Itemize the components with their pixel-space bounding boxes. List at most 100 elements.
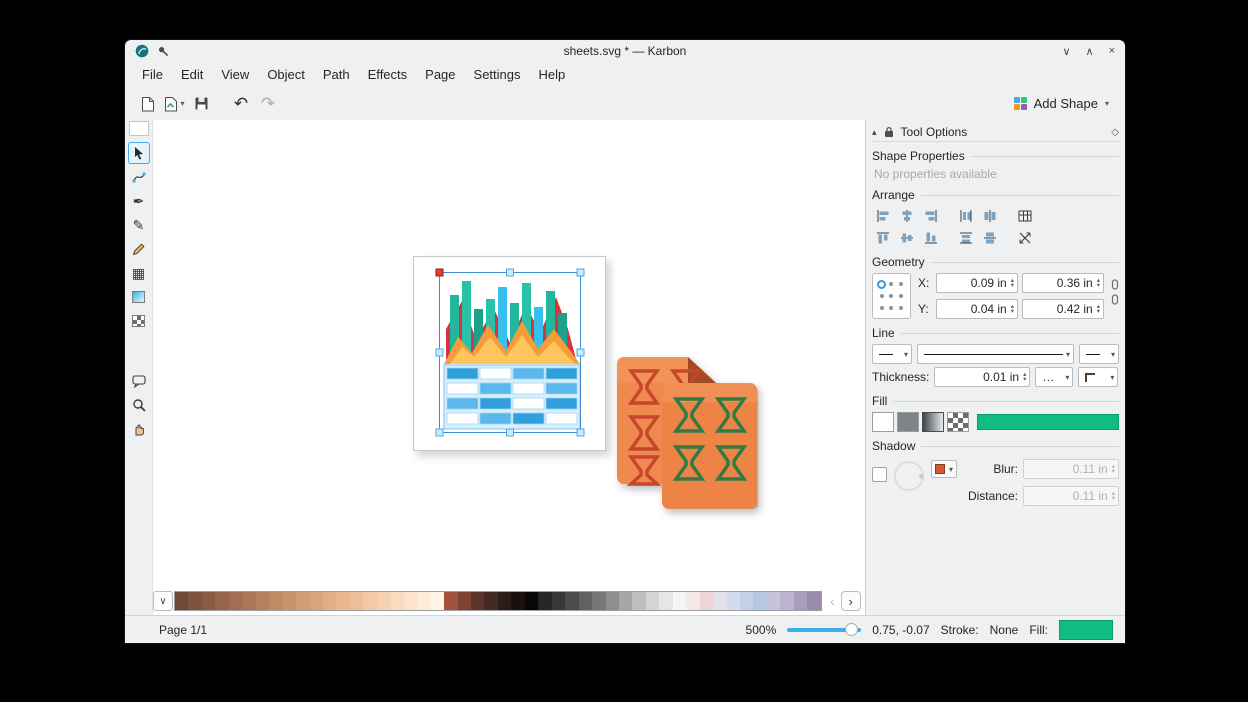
fill-pattern-button[interactable] [947, 412, 969, 432]
align-hcenter-button[interactable] [896, 206, 918, 226]
distribute-left-button[interactable] [955, 206, 977, 226]
palette-collapse-button[interactable]: ∨ [153, 591, 173, 611]
zoom-slider[interactable] [787, 628, 861, 632]
x-position-spinbox[interactable]: 0.09 in▴▾ [936, 273, 1018, 293]
palette-swatch[interactable] [767, 592, 780, 610]
cap-join-select[interactable]: ▾ [1078, 367, 1118, 387]
menu-path[interactable]: Path [314, 64, 359, 85]
palette-scroll-right-button[interactable]: › [841, 591, 861, 611]
palette-swatch[interactable] [256, 592, 269, 610]
palette-swatch[interactable] [538, 592, 551, 610]
align-right-button[interactable] [920, 206, 942, 226]
align-left-button[interactable] [872, 206, 894, 226]
palette-swatch[interactable] [242, 592, 255, 610]
pencil-tool[interactable]: ✎ [128, 214, 150, 236]
shadow-distance-spinbox[interactable]: 0.11 in▴▾ [1023, 486, 1119, 506]
collapse-triangle-icon[interactable]: ▴ [872, 127, 877, 138]
palette-swatch[interactable] [431, 592, 444, 610]
distribute-hcenter-button[interactable] [979, 206, 1001, 226]
line-start-marker-select[interactable]: ▾ [872, 344, 912, 364]
freehand-tool[interactable] [128, 238, 150, 260]
anchor-point-selected[interactable] [877, 280, 886, 289]
palette-swatch[interactable] [269, 592, 282, 610]
redo-button[interactable]: ↷ [256, 92, 280, 116]
palette-swatch[interactable] [336, 592, 349, 610]
pattern-tool[interactable] [128, 310, 150, 332]
palette-swatch[interactable] [350, 592, 363, 610]
palette-swatch[interactable] [700, 592, 713, 610]
palette-swatch[interactable] [659, 592, 672, 610]
line-style-select[interactable]: ▾ [917, 344, 1074, 364]
palette-swatch[interactable] [323, 592, 336, 610]
palette-swatch[interactable] [215, 592, 228, 610]
menu-object[interactable]: Object [258, 64, 314, 85]
y-position-spinbox[interactable]: 0.04 in▴▾ [936, 299, 1018, 319]
open-recent-chevron-icon[interactable]: ▾ [180, 99, 184, 108]
lock-icon[interactable] [884, 126, 894, 138]
menu-help[interactable]: Help [530, 64, 575, 85]
palette-swatch[interactable] [283, 592, 296, 610]
window-close-button[interactable]: × [1109, 45, 1115, 58]
palette-swatch[interactable] [511, 592, 524, 610]
palette-swatch[interactable] [458, 592, 471, 610]
palette-swatch[interactable] [632, 592, 645, 610]
width-spinbox[interactable]: 0.36 in▴▾ [1022, 273, 1104, 293]
align-top-button[interactable] [872, 228, 894, 248]
sheets-document-icon[interactable] [616, 355, 758, 510]
palette-swatch[interactable] [780, 592, 793, 610]
palette-swatch[interactable] [807, 592, 820, 610]
miter-limit-select[interactable]: …▾ [1035, 367, 1073, 387]
zoom-slider-knob[interactable] [845, 623, 858, 636]
palette-swatch[interactable] [484, 592, 497, 610]
palette-swatch[interactable] [525, 592, 538, 610]
menu-settings[interactable]: Settings [465, 64, 530, 85]
fill-color-indicator[interactable] [1059, 620, 1113, 640]
distribute-top-button[interactable] [955, 228, 977, 248]
group-transform-button[interactable] [1014, 228, 1036, 248]
palette-swatch[interactable] [753, 592, 766, 610]
callout-shape-tool[interactable] [128, 370, 150, 392]
palette-swatch[interactable] [579, 592, 592, 610]
palette-swatch[interactable] [592, 592, 605, 610]
keep-aspect-ratio-toggle[interactable] [1111, 273, 1119, 305]
palette-swatch[interactable] [377, 592, 390, 610]
fill-none-button[interactable] [872, 412, 894, 432]
window-titlebar[interactable]: sheets.svg * — Karbon ∨ ∧ × [125, 40, 1125, 62]
panel-header[interactable]: ▴ Tool Options ◇ [872, 123, 1119, 142]
palette-swatch[interactable] [404, 592, 417, 610]
toolbox-scroll-corner[interactable] [129, 121, 149, 136]
shadow-color-button[interactable]: ▾ [931, 460, 957, 478]
palette-swatch[interactable] [202, 592, 215, 610]
palette-swatch[interactable] [713, 592, 726, 610]
zoom-tool[interactable] [128, 394, 150, 416]
palette-swatch[interactable] [444, 592, 457, 610]
shadow-blur-spinbox[interactable]: 0.11 in▴▾ [1023, 459, 1119, 479]
fill-solid-button[interactable] [897, 412, 919, 432]
fill-color-bar[interactable] [977, 414, 1119, 430]
palette-swatch[interactable] [417, 592, 430, 610]
height-spinbox[interactable]: 0.42 in▴▾ [1022, 299, 1104, 319]
selected-chart-image[interactable] [413, 256, 606, 451]
add-shape-button[interactable]: Add Shape ▾ [1008, 92, 1115, 115]
palette-swatch[interactable] [188, 592, 201, 610]
menu-view[interactable]: View [212, 64, 258, 85]
palette-swatch[interactable] [229, 592, 242, 610]
palette-swatch[interactable] [310, 592, 323, 610]
palette-swatch[interactable] [619, 592, 632, 610]
palette-swatch[interactable] [740, 592, 753, 610]
distribute-table-button[interactable] [1014, 206, 1036, 226]
palette-swatch[interactable] [565, 592, 578, 610]
palette-swatch[interactable] [727, 592, 740, 610]
shadow-enable-checkbox[interactable] [872, 467, 887, 482]
palette-swatch[interactable] [175, 592, 188, 610]
palette-swatch[interactable] [471, 592, 484, 610]
select-tool[interactable] [128, 142, 150, 164]
new-document-button[interactable] [135, 92, 159, 116]
menu-edit[interactable]: Edit [172, 64, 212, 85]
document-canvas[interactable]: ∨ ‹ › [152, 120, 865, 615]
grid-tool[interactable]: ▦ [128, 262, 150, 284]
position-anchor-widget[interactable] [872, 273, 911, 319]
align-vcenter-button[interactable] [896, 228, 918, 248]
edit-path-tool[interactable] [128, 166, 150, 188]
thickness-spinbox[interactable]: 0.01 in▴▾ [934, 367, 1030, 387]
